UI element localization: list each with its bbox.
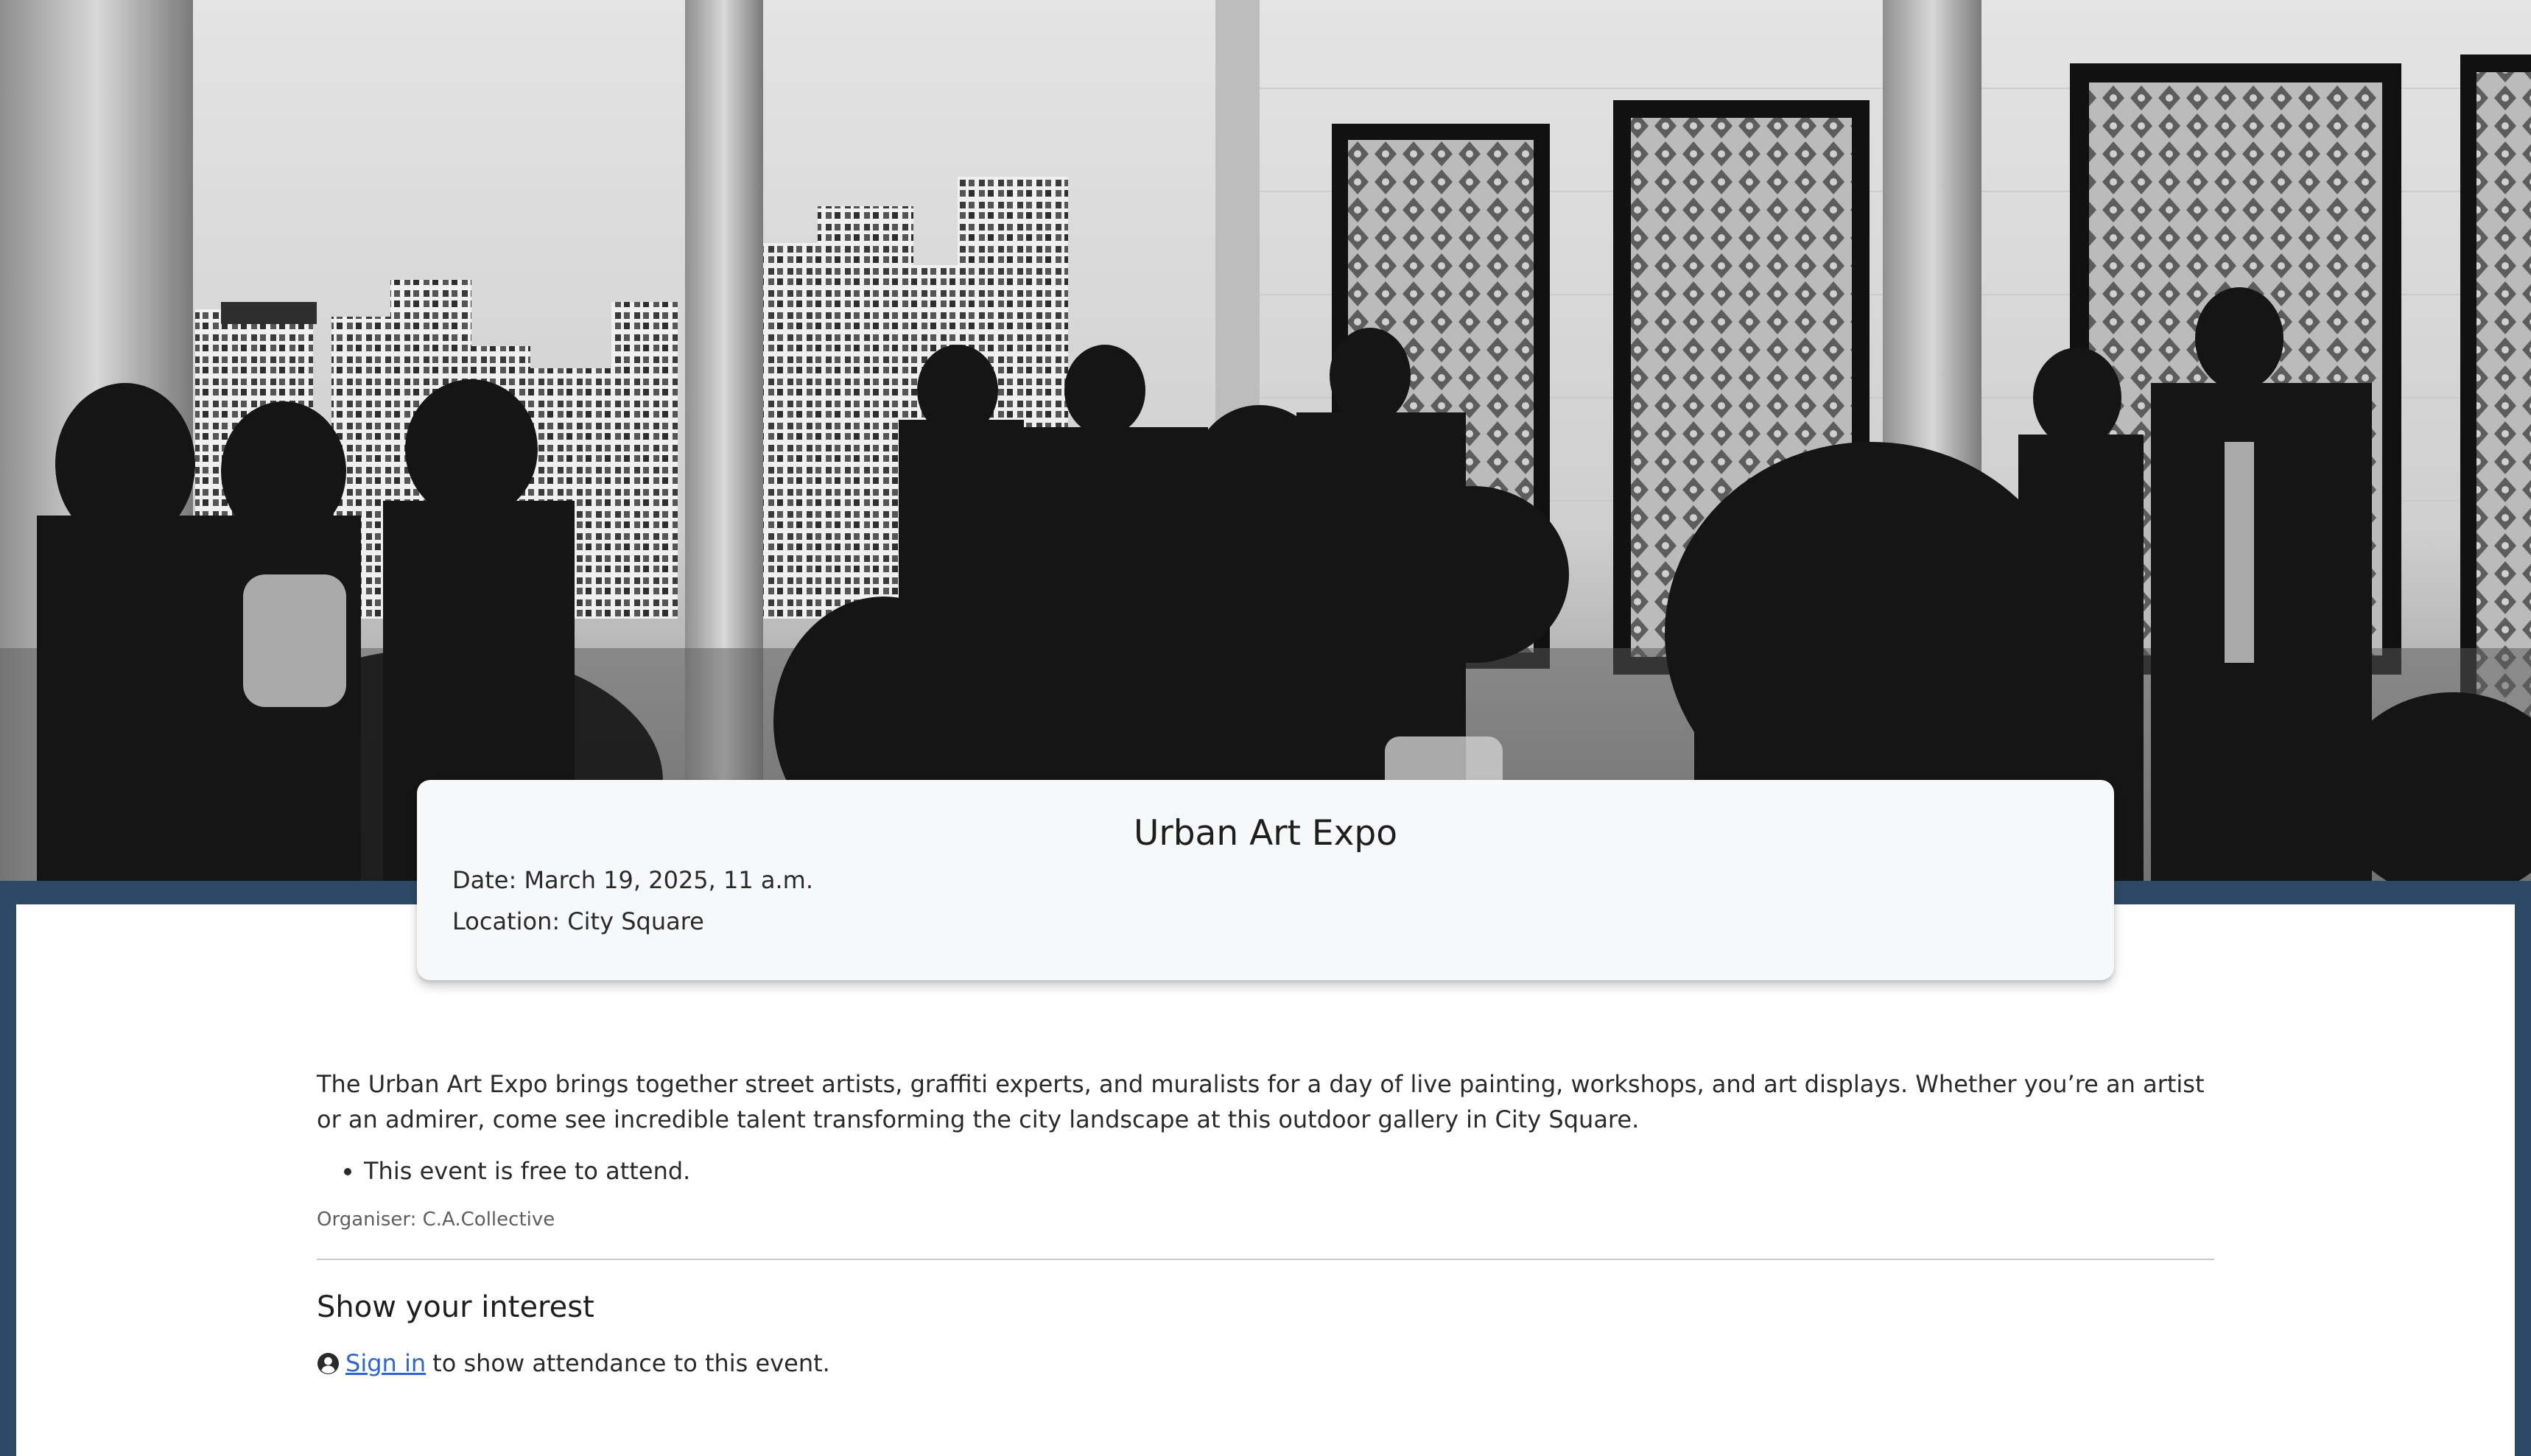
organiser-label: Organiser: C.A.Collective — [317, 1209, 555, 1231]
event-details: The Urban Art Expo brings together stree… — [317, 1066, 2214, 1381]
list-item: This event is free to attend. — [364, 1153, 2214, 1189]
hero-image — [0, 0, 2531, 881]
interest-heading: Show your interest — [317, 1290, 594, 1324]
divider — [317, 1259, 2214, 1260]
event-info-list: This event is free to attend. — [317, 1153, 2214, 1189]
gallery-photo — [0, 0, 2531, 881]
event-description: The Urban Art Expo brings together stree… — [317, 1070, 2205, 1133]
event-location: Location: City Square — [452, 907, 704, 936]
event-card: Urban Art Expo Date: March 19, 2025, 11 … — [417, 780, 2114, 980]
event-date: Date: March 19, 2025, 11 a.m. — [452, 866, 814, 895]
user-circle-icon — [317, 1352, 340, 1375]
signin-prompt: Sign in to show attendance to this event… — [317, 1346, 2214, 1381]
signin-suffix: to show attendance to this event. — [432, 1349, 830, 1377]
signin-link[interactable]: Sign in — [345, 1346, 426, 1381]
event-title: Urban Art Expo — [1133, 813, 1398, 854]
